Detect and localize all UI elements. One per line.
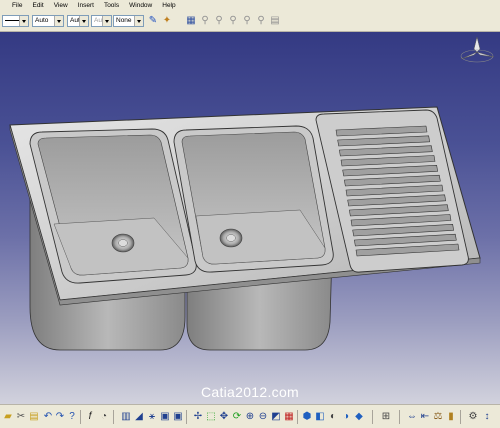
chevron-down-icon[interactable] (134, 16, 143, 26)
rotate-icon[interactable]: ⟳ (231, 411, 243, 423)
multi-view-icon[interactable]: ▦ (283, 411, 295, 423)
measure-icon[interactable]: ⚲ (213, 15, 225, 27)
menu-edit[interactable]: Edit (27, 0, 48, 11)
separator (113, 410, 114, 424)
bottom-toolbar: ▰ ✂ ▤ ↶ ↷ ? f ◔ ▥ ◢ ⚹ ▣ ▣ ✢ ⬚ ✥ ⟳ ⊕ ⊖ ◩ … (0, 404, 500, 428)
menu-insert[interactable]: Insert (73, 0, 99, 11)
fly-icon[interactable]: ✢ (192, 411, 204, 423)
sketch-analysis-icon[interactable]: ↕ (481, 411, 493, 423)
properties-icon[interactable]: ▦ (185, 15, 197, 27)
render-icon[interactable]: ◆ (353, 411, 365, 423)
transform-icon[interactable]: ⚲ (255, 15, 267, 27)
sink-model (9, 106, 481, 351)
zoom-out-icon[interactable]: ⊖ (257, 411, 269, 423)
watermark: Catia2012.com (200, 384, 300, 400)
select-icon[interactable]: ⚲ (241, 15, 253, 27)
paintbrush-icon[interactable]: ✎ (147, 15, 159, 27)
hide-show-icon[interactable]: ◐ (327, 411, 339, 423)
chevron-down-icon[interactable] (102, 16, 111, 26)
formula-icon[interactable]: f (84, 411, 96, 423)
grid-icon[interactable]: ▤ (269, 15, 281, 27)
thickness-combo[interactable]: Aut (91, 15, 112, 27)
open-icon[interactable]: ▰ (2, 411, 14, 423)
menu-view[interactable]: View (49, 0, 73, 11)
menu-tools[interactable]: Tools (99, 0, 124, 11)
compass-icon[interactable] (458, 35, 496, 69)
color-combo[interactable]: Auto (32, 15, 64, 27)
paste-icon[interactable]: ▤ (28, 411, 40, 423)
compare-icon[interactable]: ⇔ (406, 411, 418, 423)
3d-viewport[interactable]: Catia2012.com (0, 32, 500, 404)
redo-icon[interactable]: ↷ (54, 411, 66, 423)
separator (372, 410, 373, 424)
separator (186, 410, 187, 424)
catalog-icon[interactable]: ▥ (120, 411, 132, 423)
whats-this-icon[interactable]: ? (66, 411, 78, 423)
pan-icon[interactable]: ✥ (218, 411, 230, 423)
separator (297, 410, 298, 424)
color-value: Auto (35, 17, 49, 24)
graphic-properties-toolbar: Auto Aut Aut None ✎ ✦ ▦ ⚲ ⚲ ⚲ ⚲ ⚲ ▤ (0, 11, 500, 32)
linetype-combo[interactable]: Aut (67, 15, 89, 27)
measure-between-icon[interactable]: ⇤ (419, 411, 431, 423)
section-icon[interactable]: ▮ (445, 411, 457, 423)
inertia-icon[interactable]: ⚖ (432, 411, 444, 423)
chevron-down-icon[interactable] (54, 16, 63, 26)
swap-visible-icon[interactable]: ◑ (340, 411, 352, 423)
analysis-icon[interactable]: ⚲ (227, 15, 239, 27)
shading-icon[interactable]: ◧ (314, 411, 326, 423)
menu-help[interactable]: Help (157, 0, 180, 11)
separator (399, 410, 400, 424)
chevron-down-icon[interactable] (19, 16, 28, 26)
link-icon[interactable]: ⚲ (199, 15, 211, 27)
menu-window[interactable]: Window (124, 0, 157, 11)
measure-icon[interactable]: ◢ (133, 411, 145, 423)
separator (460, 410, 461, 424)
assembly-icon[interactable]: ▣ (172, 411, 184, 423)
menu-file[interactable]: File (7, 0, 27, 11)
fill-color-combo[interactable] (2, 15, 29, 27)
zoom-in-icon[interactable]: ⊕ (244, 411, 256, 423)
chevron-down-icon[interactable] (79, 16, 88, 26)
normal-view-icon[interactable]: ◩ (270, 411, 282, 423)
painter-icon[interactable]: ✦ (161, 15, 173, 27)
simulation-icon[interactable]: ⚙ (467, 411, 479, 423)
knowledge-icon[interactable]: ◔ (98, 411, 110, 423)
undo-icon[interactable]: ↶ (42, 411, 54, 423)
iso-view-icon[interactable]: ⬢ (301, 411, 313, 423)
cut-icon[interactable]: ✂ (15, 411, 27, 423)
line-sample (5, 20, 20, 21)
drawing-icon[interactable]: ⊞ (380, 411, 392, 423)
separator (80, 410, 81, 424)
layer-combo[interactable]: None (113, 15, 144, 27)
layer-value: None (116, 17, 132, 24)
fit-all-icon[interactable]: ⬚ (205, 411, 217, 423)
tree-icon[interactable]: ⚹ (146, 411, 158, 423)
menu-bar: File Edit View Insert Tools Window Help (0, 0, 500, 11)
part-icon[interactable]: ▣ (159, 411, 171, 423)
